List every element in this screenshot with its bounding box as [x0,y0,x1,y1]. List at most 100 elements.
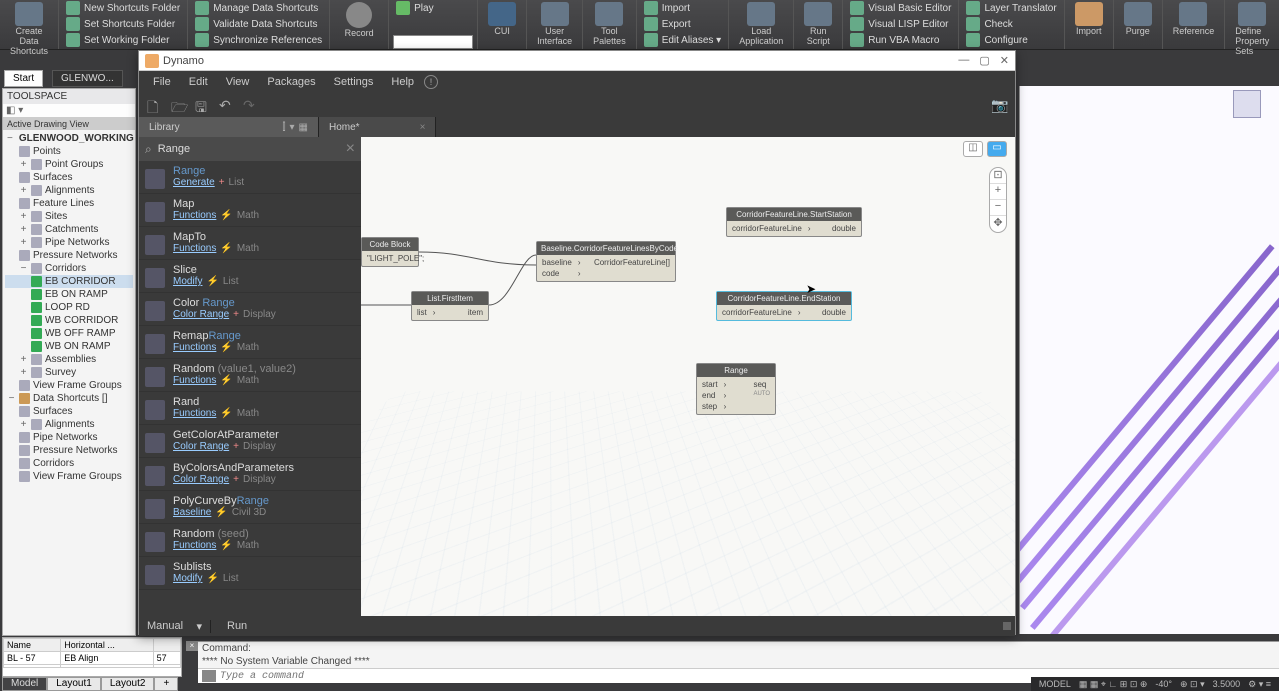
node-cfl-endstation[interactable]: CorridorFeatureLine.EndStation corridorF… [716,291,852,321]
node-code-block[interactable]: Code Block "LIGHT_POLE"; [361,237,419,267]
library-result[interactable]: MapTo Functions⚡Math [139,227,361,260]
tree-surfaces[interactable]: Surfaces [5,171,133,184]
zoom-out-icon[interactable]: − [990,200,1006,216]
nav-2d[interactable]: ▭ [987,141,1007,157]
open-icon[interactable]: 🗁 [171,97,187,113]
status-model[interactable]: MODEL [1039,679,1071,689]
redo-icon[interactable]: ↷ [243,97,259,113]
ds-alignments[interactable]: +Alignments [5,418,133,431]
tab-add[interactable]: + [154,677,178,691]
library-result[interactable]: Range Generate+List [139,161,361,194]
tab-model[interactable]: Model [2,677,47,691]
menu-help[interactable]: Help [383,74,422,90]
tree-point-groups[interactable]: +Point Groups [5,158,133,171]
node-list-firstitem[interactable]: List.FirstItem list›item [411,291,489,321]
run-button[interactable]: Run [211,620,263,632]
ds-pipe[interactable]: Pipe Networks [5,431,133,444]
grid-header-horiz[interactable]: Horizontal ... [61,639,153,652]
maximize-icon[interactable]: ▢ [979,54,989,67]
define-property-sets[interactable]: Define Property Sets [1229,0,1275,58]
tree-data-shortcuts[interactable]: −Data Shortcuts [] [5,392,133,405]
tree-catchments[interactable]: +Catchments [5,223,133,236]
close-icon[interactable]: ✕ [1000,54,1009,67]
menu-packages[interactable]: Packages [259,74,323,90]
toolspace-toolbar[interactable]: ◧ ▾ [3,104,135,118]
vlisp-editor[interactable]: Visual LISP Editor [847,16,954,32]
vb-editor[interactable]: Visual Basic Editor [847,0,954,16]
user-interface-button[interactable]: User Interface [531,0,578,48]
tree-alignments[interactable]: +Alignments [5,184,133,197]
menu-view[interactable]: View [218,74,258,90]
run-mode-select[interactable]: Manual▾ [139,620,211,633]
dynamo-titlebar[interactable]: Dynamo — ▢ ✕ [139,51,1015,71]
corridor-wb-on[interactable]: WB ON RAMP [5,340,133,353]
zoom-fit-icon[interactable]: ⊡ [990,168,1006,184]
corridor-wb[interactable]: WB CORRIDOR [5,314,133,327]
set-shortcuts-folder[interactable]: Set Shortcuts Folder [63,16,183,32]
cmd-close-button[interactable]: × [186,641,198,651]
load-application-button[interactable]: Load Application [733,0,789,48]
save-icon[interactable]: 🖫 [195,97,211,113]
macro-name-input[interactable] [393,35,473,49]
cui-button[interactable]: CUI [482,0,522,38]
tree-view-frame-groups[interactable]: View Frame Groups [5,379,133,392]
home-tab[interactable]: Home*× [319,117,436,137]
node-cfl-startstation[interactable]: CorridorFeatureLine.StartStation corrido… [726,207,862,237]
node-baseline-cfl[interactable]: Baseline.CorridorFeatureLinesByCode base… [536,241,676,282]
node-range[interactable]: Range start› end› step› seqAUTO [696,363,776,415]
record-button[interactable]: Record [334,0,384,40]
minimize-icon[interactable]: — [958,54,969,67]
ds-pressure[interactable]: Pressure Networks [5,444,133,457]
tree-sites[interactable]: +Sites [5,210,133,223]
library-result[interactable]: RemapRange Functions⚡Math [139,326,361,359]
search-input[interactable] [158,143,346,155]
tool-palettes-button[interactable]: Tool Palettes [587,0,632,48]
new-shortcuts-folder[interactable]: New Shortcuts Folder [63,0,183,16]
nav-3d[interactable]: ◫ [963,141,983,157]
run-script-button[interactable]: Run Script [798,0,838,48]
menu-file[interactable]: File [145,74,179,90]
dynamo-canvas[interactable]: ◫ ▭ ⊡ + − ✥ Code Block "LIGHT_POLE"; Bas… [361,137,1015,616]
tab-layout1[interactable]: Layout1 [47,677,101,691]
run-vba-macro[interactable]: Run VBA Macro [847,32,954,48]
check-button[interactable]: Check [963,16,1059,32]
layer-translator[interactable]: Layer Translator [963,0,1059,16]
tree-survey[interactable]: +Survey [5,366,133,379]
tree-root[interactable]: −GLENWOOD_WORKING [5,132,133,145]
sync-references[interactable]: Synchronize References [192,32,325,48]
library-result[interactable]: Sublists Modify⚡List [139,557,361,590]
set-working-folder[interactable]: Set Working Folder [63,32,183,48]
grid-cell-horiz[interactable]: EB Align [61,652,153,665]
menu-settings[interactable]: Settings [326,74,382,90]
play-button[interactable]: Play [393,0,473,16]
tree-pipe-networks[interactable]: +Pipe Networks [5,236,133,249]
tab-layout2[interactable]: Layout2 [101,677,155,691]
menu-edit[interactable]: Edit [181,74,216,90]
tree-points[interactable]: Points [5,145,133,158]
tree-corridors[interactable]: −Corridors [5,262,133,275]
ds-corridors[interactable]: Corridors [5,457,133,470]
ds-surfaces[interactable]: Surfaces [5,405,133,418]
edit-aliases-button[interactable]: Edit Aliases ▾ [641,32,725,48]
import-big[interactable]: Import [1069,0,1109,38]
library-result[interactable]: ByColorsAndParameters Color Range+Displa… [139,458,361,491]
tree-assemblies[interactable]: +Assemblies [5,353,133,366]
library-result[interactable]: Color Range Color Range+Display [139,293,361,326]
zoom-in-icon[interactable]: + [990,184,1006,200]
view-cube[interactable] [1233,90,1261,118]
corridor-wb-off[interactable]: WB OFF RAMP [5,327,133,340]
corridor-loop[interactable]: LOOP RD [5,301,133,314]
grid-header-name[interactable]: Name [4,639,61,652]
tree-feature-lines[interactable]: Feature Lines [5,197,133,210]
working-tab[interactable]: GLENWO... [52,70,123,87]
create-shortcuts-button[interactable]: Create Data Shortcuts [4,0,54,58]
configure-button[interactable]: Configure [963,32,1059,48]
help-icon[interactable]: ! [424,75,438,89]
reference-button[interactable]: Reference [1167,0,1221,38]
corridor-eb[interactable]: EB CORRIDOR [5,275,133,288]
manage-data-shortcuts[interactable]: Manage Data Shortcuts [192,0,325,16]
library-result[interactable]: Random (seed) Functions⚡Math [139,524,361,557]
camera-icon[interactable]: 📷 [991,97,1007,113]
export-button[interactable]: Export [641,16,725,32]
clear-search-icon[interactable]: × [346,140,355,158]
